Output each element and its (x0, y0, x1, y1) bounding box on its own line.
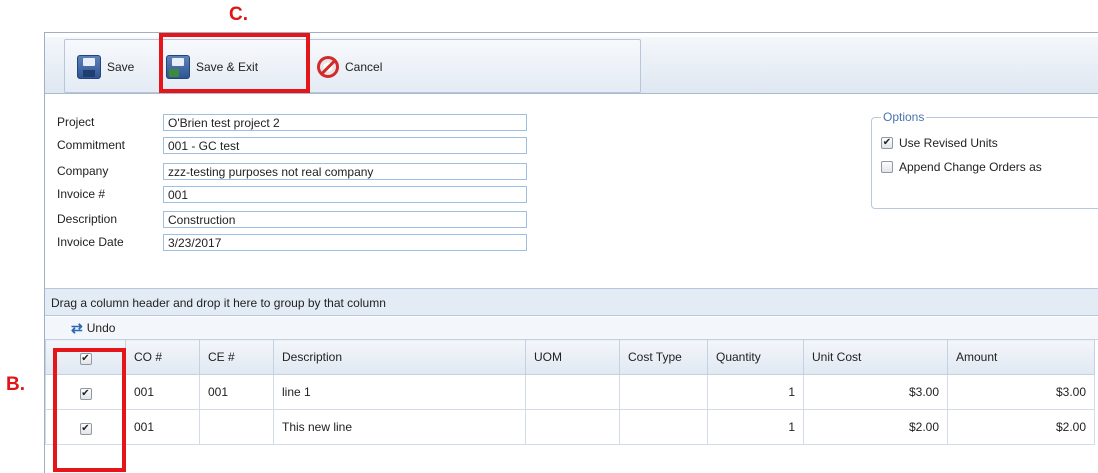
commitment-row: Commitment 001 - GC test (57, 136, 527, 154)
column-header-unit-cost[interactable]: Unit Cost (803, 339, 948, 375)
invoice-number-row: Invoice # 001 (57, 185, 527, 203)
column-header-quantity[interactable]: Quantity (707, 339, 804, 375)
column-header-description[interactable]: Description (273, 339, 526, 375)
undo-label: Undo (86, 321, 116, 335)
description-label: Description (57, 212, 118, 226)
cancel-label: Cancel (345, 60, 383, 74)
use-revised-units-checkbox[interactable]: ✔ (881, 137, 893, 149)
cost-type-cell (619, 409, 708, 445)
unit-cost-cell: $3.00 (803, 374, 948, 410)
amount-cell: $2.00 (947, 409, 1095, 445)
company-field[interactable]: zzz-testing purposes not real company (163, 162, 527, 180)
cancel-button[interactable]: Cancel (317, 54, 382, 80)
description-field[interactable]: Construction (163, 210, 527, 228)
project-row: Project O'Brien test project 2 (57, 113, 527, 131)
append-change-orders-option[interactable]: Append Change Orders as (881, 160, 1042, 174)
save-button[interactable]: Save (77, 54, 134, 80)
highlight-box-checkbox-column (53, 348, 126, 472)
options-legend: Options (881, 110, 927, 124)
undo-button[interactable]: ⇄ Undo (71, 321, 115, 335)
group-by-drop-zone[interactable]: Drag a column header and drop it here to… (45, 288, 1098, 316)
line-items-table: ✔ CO # CE # Description UOM Cost Type Qu… (45, 339, 1095, 445)
commitment-field[interactable]: 001 - GC test (163, 136, 527, 154)
column-header-amount[interactable]: Amount (947, 339, 1095, 375)
invoice-number-label: Invoice # (57, 187, 106, 201)
description-cell: line 1 (273, 374, 526, 410)
table-header-row: ✔ CO # CE # Description UOM Cost Type Qu… (45, 339, 1095, 375)
options-fieldset: Options ✔ Use Revised Units Append Chang… (871, 110, 1098, 209)
uom-cell (525, 409, 620, 445)
table-row[interactable]: ✔ 001 This new line 1 $2.00 $2.00 (45, 409, 1095, 445)
save-label: Save (107, 60, 135, 74)
amount-cell: $3.00 (947, 374, 1095, 410)
use-revised-units-option[interactable]: ✔ Use Revised Units (881, 136, 998, 150)
commitment-label: Commitment (57, 138, 126, 152)
column-header-co[interactable]: CO # (125, 339, 200, 375)
project-field[interactable]: O'Brien test project 2 (163, 113, 527, 131)
invoice-window: Save Save & Exit Cancel Project O'Brien … (44, 32, 1098, 473)
ce-cell (199, 409, 274, 445)
floppy-disk-icon (77, 55, 101, 79)
undo-icon: ⇄ (71, 320, 83, 336)
callout-c: C. (229, 4, 248, 25)
project-label: Project (57, 115, 95, 129)
quantity-cell: 1 (707, 409, 804, 445)
cancel-icon (317, 56, 339, 78)
company-row: Company zzz-testing purposes not real co… (57, 162, 527, 180)
uom-cell (525, 374, 620, 410)
company-label: Company (57, 164, 109, 178)
quantity-cell: 1 (707, 374, 804, 410)
table-row[interactable]: ✔ 001 001 line 1 1 $3.00 $3.00 (45, 374, 1095, 410)
cost-type-cell (619, 374, 708, 410)
invoice-date-row: Invoice Date 3/23/2017 (57, 233, 527, 251)
column-header-ce[interactable]: CE # (199, 339, 274, 375)
column-header-cost-type[interactable]: Cost Type (619, 339, 708, 375)
description-row: Description Construction (57, 210, 527, 228)
grid-toolbar: ⇄ Undo (45, 317, 1098, 340)
highlight-box-save-exit (159, 33, 310, 93)
invoice-number-field[interactable]: 001 (163, 185, 527, 203)
invoice-date-label: Invoice Date (57, 235, 124, 249)
ce-cell: 001 (199, 374, 274, 410)
append-change-orders-label: Append Change Orders as (899, 160, 1042, 174)
column-header-uom[interactable]: UOM (525, 339, 620, 375)
append-change-orders-checkbox[interactable] (881, 161, 893, 173)
toolbar-button-group: Save Save & Exit Cancel (64, 39, 641, 93)
invoice-date-field[interactable]: 3/23/2017 (163, 233, 527, 251)
co-cell: 001 (125, 409, 200, 445)
use-revised-units-label: Use Revised Units (899, 136, 998, 150)
unit-cost-cell: $2.00 (803, 409, 948, 445)
callout-b: B. (6, 374, 25, 395)
co-cell: 001 (125, 374, 200, 410)
description-cell: This new line (273, 409, 526, 445)
